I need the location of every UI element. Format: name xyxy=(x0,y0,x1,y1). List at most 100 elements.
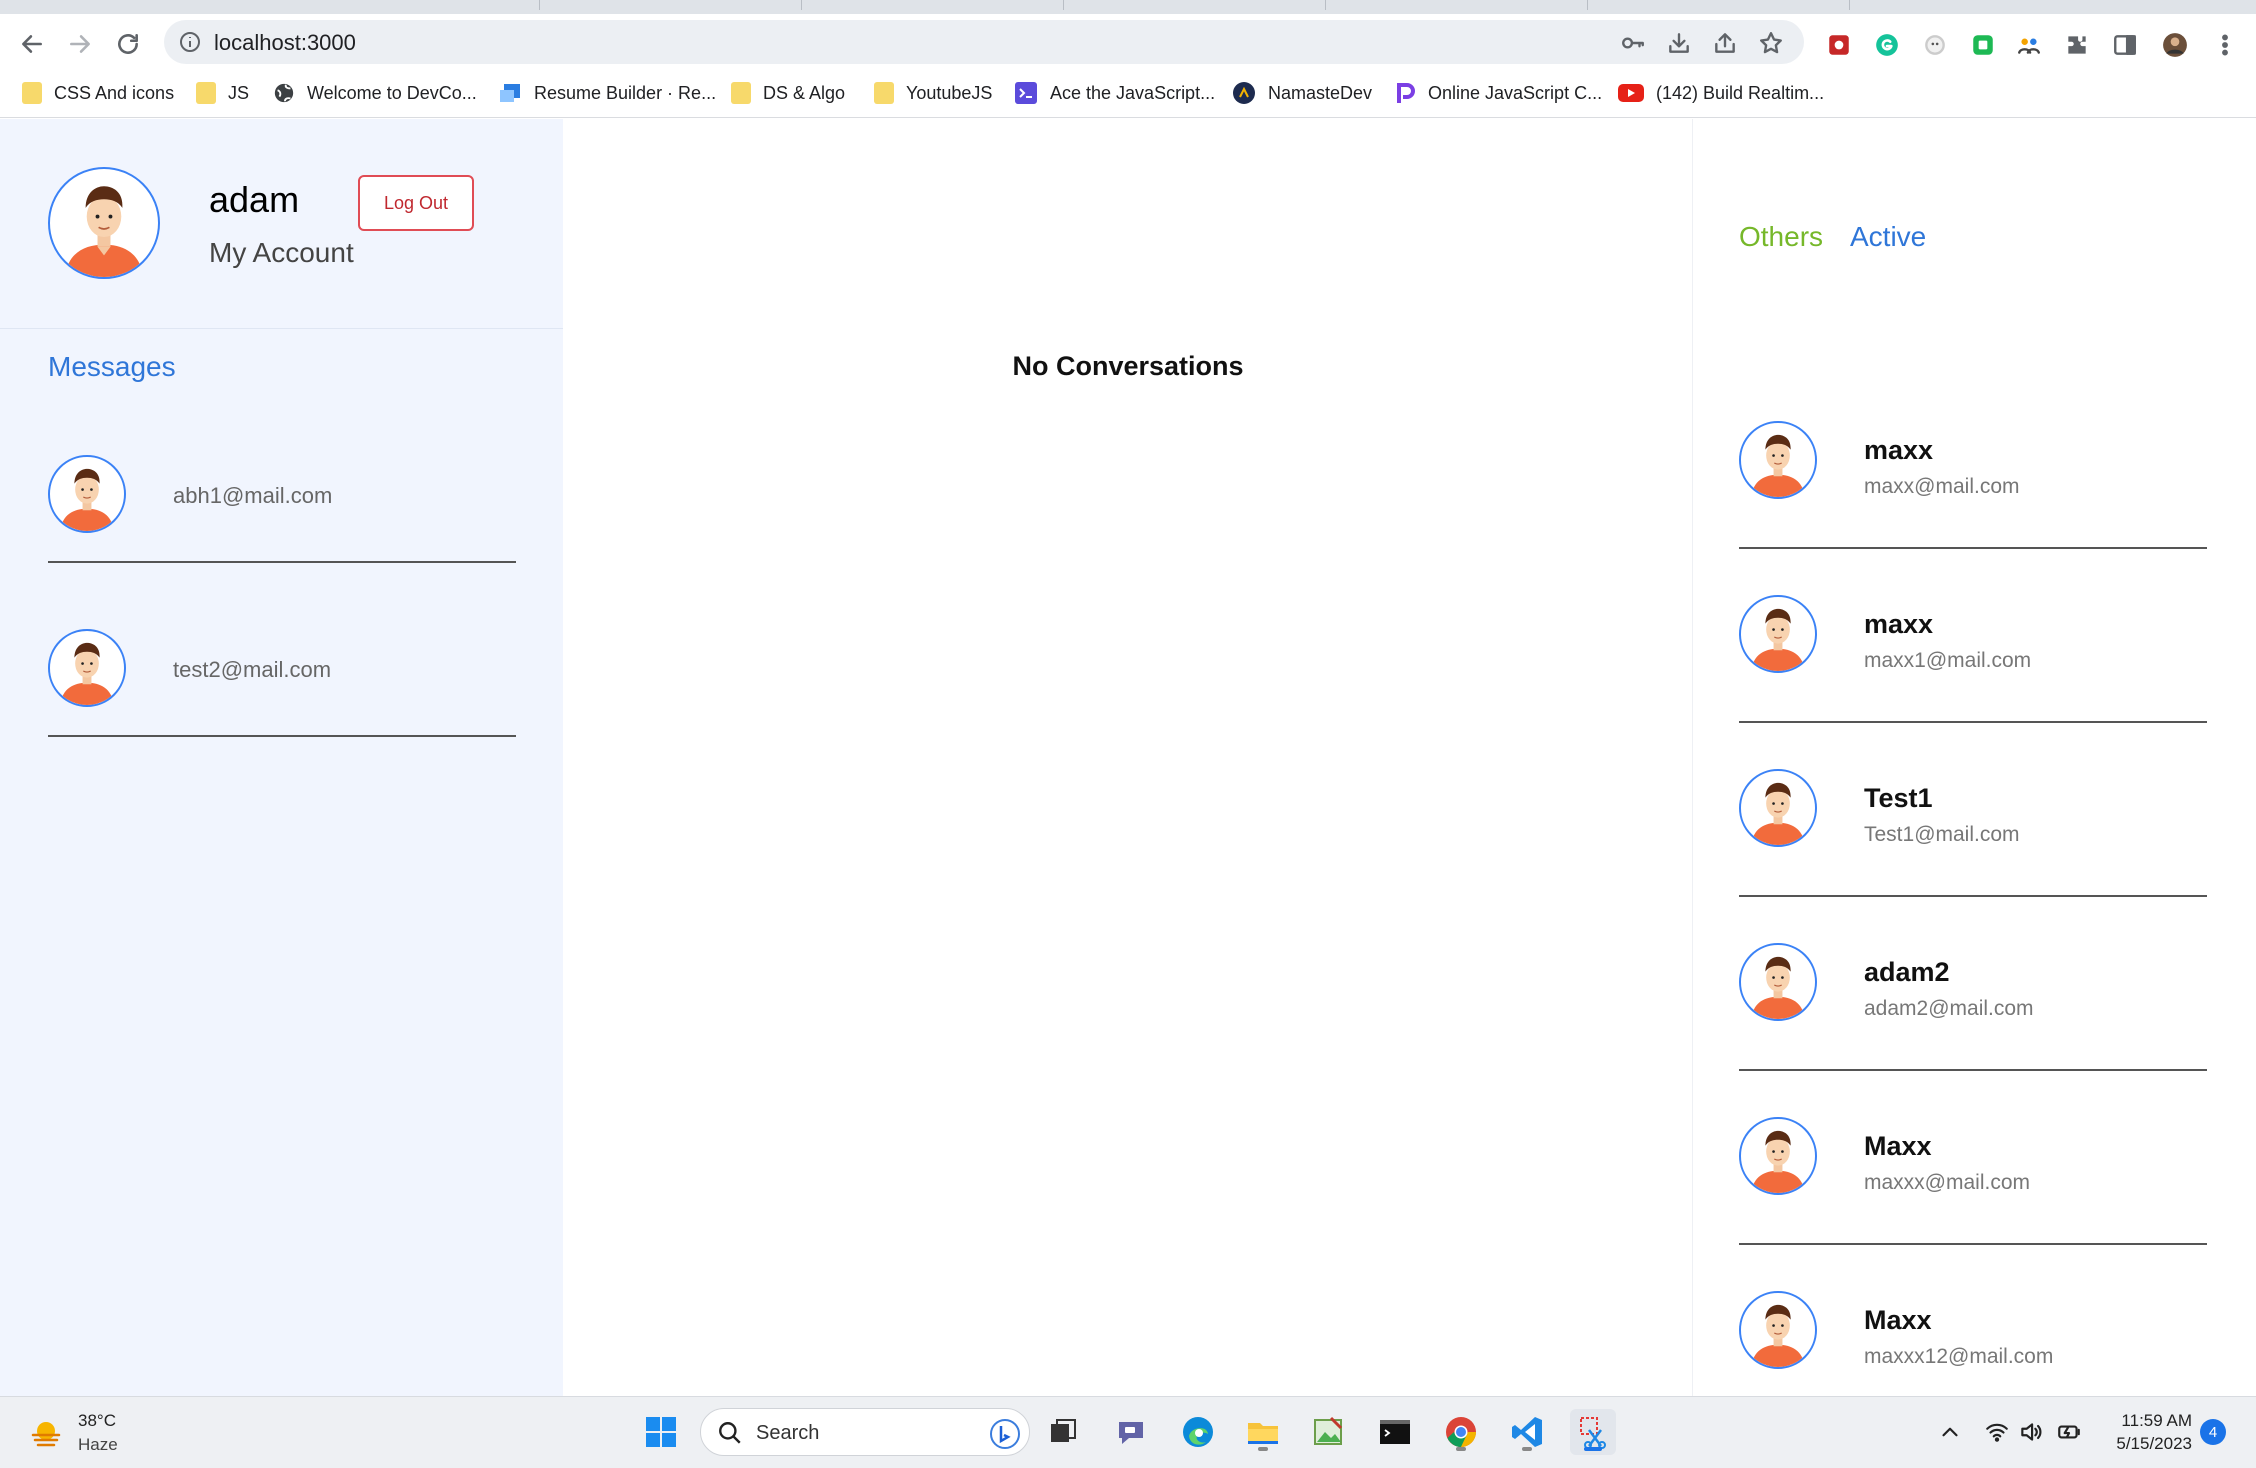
more-vertical-icon xyxy=(2222,34,2228,56)
weather-widget[interactable]: 38°C Haze xyxy=(28,1409,118,1457)
avatar xyxy=(1739,1291,1817,1369)
avatar xyxy=(1739,769,1817,847)
user-list-item[interactable]: maxx maxx@mail.com xyxy=(1739,375,2207,549)
battery-button[interactable] xyxy=(2056,1419,2084,1447)
bookmark-item[interactable]: Resume Builder · Re... xyxy=(498,78,716,108)
download-icon xyxy=(1669,33,1689,53)
bookmark-item[interactable]: JS xyxy=(196,78,249,108)
snipping-tool-button[interactable] xyxy=(1570,1409,1616,1455)
conversation-item[interactable]: test2@mail.com xyxy=(48,611,516,737)
terminal-button[interactable] xyxy=(1372,1409,1418,1455)
show-hidden-icons-button[interactable] xyxy=(1937,1419,1965,1447)
edge-button[interactable] xyxy=(1175,1409,1221,1455)
tab-others[interactable]: Others xyxy=(1739,221,1823,253)
windows-icon xyxy=(646,1417,676,1447)
extension-button[interactable] xyxy=(1968,30,1998,60)
bookmark-item[interactable]: (142) Build Realtim... xyxy=(1618,78,1824,108)
user-list-item[interactable]: Maxx maxxx12@mail.com xyxy=(1739,1245,2207,1419)
grammarly-button[interactable] xyxy=(1872,30,1902,60)
browser-tab[interactable] xyxy=(540,0,802,10)
ghost-extension-icon xyxy=(1925,35,1945,55)
avatar xyxy=(1739,943,1817,1021)
extension-button[interactable] xyxy=(1920,30,1950,60)
folder-icon xyxy=(874,82,894,104)
bookmark-item[interactable]: Ace the JavaScript... xyxy=(1014,78,1215,108)
battery-charging-icon xyxy=(2058,1425,2080,1439)
grammarly-icon xyxy=(1876,34,1898,56)
running-indicator xyxy=(1258,1447,1268,1451)
user-name: Maxx xyxy=(1864,1305,1932,1335)
bookmark-item[interactable]: CSS And icons xyxy=(22,78,174,108)
extension-button[interactable] xyxy=(2014,30,2044,60)
bing-icon[interactable] xyxy=(989,1418,1021,1450)
logout-button[interactable]: Log Out xyxy=(358,175,474,231)
bookmark-item[interactable]: Online JavaScript C... xyxy=(1396,78,1602,108)
reload-button[interactable] xyxy=(108,24,148,64)
extension-button[interactable] xyxy=(1824,30,1854,60)
taskbar: 38°C Haze Search 11:59 AM 5/15/2023 4 xyxy=(0,1396,2256,1468)
youtube-icon xyxy=(1618,84,1644,102)
side-panel-button[interactable] xyxy=(2110,30,2140,60)
info-icon[interactable] xyxy=(178,30,202,54)
user-avatar-icon xyxy=(1751,1304,1805,1367)
user-list-item[interactable]: Test1 Test1@mail.com xyxy=(1739,723,2207,897)
browser-tab[interactable] xyxy=(802,0,1064,10)
browser-tab[interactable] xyxy=(1588,0,1850,10)
empty-state-text: No Conversations xyxy=(1012,351,1244,381)
share-button[interactable] xyxy=(1712,30,1738,56)
chevron-up-icon xyxy=(1942,1427,1958,1437)
teams-chat-button[interactable] xyxy=(1108,1409,1154,1455)
taskbar-search[interactable]: Search xyxy=(700,1408,1030,1456)
weather-condition: Haze xyxy=(78,1435,118,1454)
bookmarks-bar: CSS And icons JS Welcome to DevCo... Res… xyxy=(0,70,2256,118)
user-list-item[interactable]: adam2 adam2@mail.com xyxy=(1739,897,2207,1071)
bookmark-label: JS xyxy=(228,82,250,103)
bookmark-item[interactable]: YoutubeJS xyxy=(874,78,992,108)
tab-active[interactable]: Active xyxy=(1850,221,1926,253)
file-explorer-button[interactable] xyxy=(1240,1409,1286,1455)
user-avatar-icon xyxy=(1751,434,1805,497)
user-avatar-icon xyxy=(65,186,143,277)
browser-tab[interactable] xyxy=(1326,0,1588,10)
namastedev-icon xyxy=(1233,82,1255,104)
browser-menu-button[interactable] xyxy=(2210,30,2240,60)
volume-button[interactable] xyxy=(2018,1419,2046,1447)
conversation-item[interactable]: abh1@mail.com xyxy=(48,437,516,563)
green-extension-icon xyxy=(1973,35,1993,55)
chrome-button[interactable] xyxy=(1438,1409,1484,1455)
chat-app: adam My Account Log Out Messages abh1@ma… xyxy=(0,119,2256,1419)
bookmark-label: Ace the JavaScript... xyxy=(1050,82,1216,103)
resume-builder-icon xyxy=(500,84,520,102)
user-list-item[interactable]: maxx maxx1@mail.com xyxy=(1739,549,2207,723)
wifi-button[interactable] xyxy=(1984,1419,2012,1447)
bookmark-item[interactable]: Welcome to DevCo... xyxy=(273,78,477,108)
password-key-button[interactable] xyxy=(1620,30,1646,56)
paint-button[interactable] xyxy=(1306,1409,1352,1455)
system-clock[interactable]: 11:59 AM 5/15/2023 xyxy=(2100,1409,2192,1455)
user-list-item[interactable]: Maxx maxxx@mail.com xyxy=(1739,1071,2207,1245)
bookmark-item[interactable]: DS & Algo xyxy=(731,78,845,108)
avatar[interactable] xyxy=(48,167,160,279)
notification-badge[interactable]: 4 xyxy=(2200,1419,2226,1445)
browser-tab[interactable] xyxy=(280,0,540,10)
install-app-button[interactable] xyxy=(1666,30,1692,56)
bookmark-item[interactable]: NamasteDev xyxy=(1232,78,1372,108)
forward-button[interactable] xyxy=(60,24,100,64)
vscode-button[interactable] xyxy=(1504,1409,1550,1455)
user-email: maxx1@mail.com xyxy=(1864,649,2032,672)
user-name: maxx xyxy=(1864,609,1934,639)
user-name: Maxx xyxy=(1864,1131,1932,1161)
profile-subtitle[interactable]: My Account xyxy=(209,237,354,269)
user-name: maxx xyxy=(1864,435,1934,465)
start-button[interactable] xyxy=(638,1409,684,1455)
browser-tab[interactable] xyxy=(1064,0,1326,10)
back-button[interactable] xyxy=(12,24,52,64)
extensions-menu-button[interactable] xyxy=(2062,30,2092,60)
bookmark-star-button[interactable] xyxy=(1758,30,1784,56)
url-text[interactable]: localhost:3000 xyxy=(214,30,356,56)
star-icon xyxy=(1760,32,1782,54)
address-bar[interactable]: localhost:3000 xyxy=(164,20,1804,64)
conversation-email: abh1@mail.com xyxy=(173,483,333,508)
profile-button[interactable] xyxy=(2160,30,2190,60)
task-view-button[interactable] xyxy=(1040,1409,1086,1455)
